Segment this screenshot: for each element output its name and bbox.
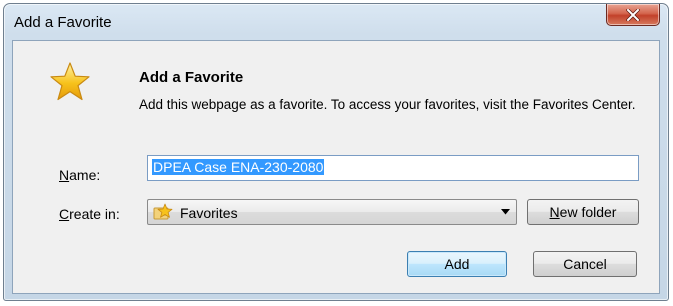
name-label: Name: [59,167,101,183]
close-icon [626,8,640,21]
name-input-value: DPEA Case ENA-230-2080 [152,159,325,175]
name-input[interactable]: DPEA Case ENA-230-2080 [147,155,639,181]
title-bar[interactable]: Add a Favorite [4,4,668,40]
favorites-folder-star-icon [153,203,173,220]
create-in-dropdown[interactable]: Favorites [147,199,517,225]
favorite-star-icon [50,62,90,101]
dialog-description: Add this webpage as a favorite. To acces… [139,97,636,112]
add-favorite-dialog: Add a Favorite Add a Favorite Add this w… [3,3,669,301]
cancel-button[interactable]: Cancel [533,251,637,277]
new-folder-button[interactable]: New folder [527,199,639,225]
create-in-value: Favorites [180,205,238,221]
create-in-label: Create in: [59,206,120,222]
dialog-heading: Add a Favorite [139,69,244,86]
close-button[interactable] [606,4,660,26]
chevron-down-icon [501,209,510,215]
add-button[interactable]: Add [407,251,507,277]
dialog-body: Add a Favorite Add this webpage as a fav… [12,40,660,294]
window-title: Add a Favorite [14,14,112,31]
